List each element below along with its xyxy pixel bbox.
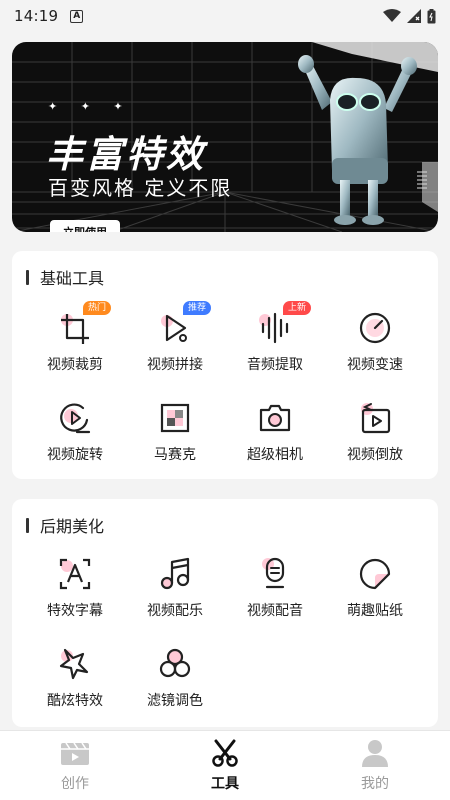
tool-label: 视频配乐 <box>147 603 203 619</box>
tool-label: 超级相机 <box>247 447 303 463</box>
tool-label: 视频旋转 <box>47 447 103 463</box>
tool-super-camera[interactable]: 超级相机 <box>225 398 325 478</box>
tool-mosaic[interactable]: 马赛克 <box>125 398 225 478</box>
heading-bar <box>26 269 29 285</box>
signal-icon <box>407 9 421 23</box>
tool-label: 音频提取 <box>247 357 303 373</box>
banner-stars: ✦ ✦ ✦ <box>48 100 133 113</box>
status-icons <box>383 8 436 24</box>
scissors-icon <box>212 739 238 767</box>
tool-video-speed[interactable]: 视频变速 <box>325 308 425 388</box>
banner-title: 丰富特效 <box>46 133 206 176</box>
tool-cute-sticker[interactable]: 萌趣贴纸 <box>325 554 425 634</box>
film-icon <box>61 742 89 765</box>
new-badge: 上新 <box>283 301 312 315</box>
status-time: 14:19 <box>14 7 59 25</box>
basic-tools-title: 基础工具 <box>40 269 105 288</box>
recommended-badge: 推荐 <box>183 301 212 315</box>
nav-tools[interactable]: 工具 <box>150 731 300 800</box>
tool-label: 视频倒放 <box>347 447 403 463</box>
heading-bar <box>26 517 29 533</box>
nav-create[interactable]: 创作 <box>0 731 150 800</box>
tool-video-music[interactable]: 视频配乐 <box>125 554 225 634</box>
post-tools-card: 后期美化 特效字幕 视频配乐 视频配音 萌趣贴纸 酷炫特效 滤镜调色 <box>12 499 438 727</box>
basic-tools-card: 基础工具 热门 视频裁剪 推荐 视频拼接 上新 音频提取 视频变速 视频旋转 马… <box>12 251 438 479</box>
hot-badge: 热门 <box>83 301 112 315</box>
post-tools-title: 后期美化 <box>40 517 105 536</box>
promo-banner[interactable]: ✦ ✦ ✦ 丰富特效 百变风格 定义不限 立即使用 <box>12 42 438 232</box>
tool-audio-extract[interactable]: 上新 音频提取 <box>225 301 325 388</box>
music-icon <box>160 557 190 590</box>
post-tools-heading: 后期美化 <box>26 513 104 537</box>
banner-subtitle: 百变风格 定义不限 <box>48 176 233 200</box>
status-bar: 14:19 A <box>0 0 450 32</box>
basic-tools-heading: 基础工具 <box>26 265 104 289</box>
nav-mine[interactable]: 我的 <box>300 731 450 800</box>
tool-video-splice[interactable]: 推荐 视频拼接 <box>125 301 225 388</box>
bottom-navigation: 创作 工具 我的 <box>0 730 450 800</box>
microphone-icon <box>262 557 285 589</box>
tool-label: 视频拼接 <box>147 357 203 373</box>
tool-video-rotate[interactable]: 视频旋转 <box>25 398 125 478</box>
nav-tools-label: 工具 <box>211 776 239 792</box>
tool-label: 特效字幕 <box>47 603 103 619</box>
nav-mine-label: 我的 <box>361 776 389 792</box>
nav-create-label: 创作 <box>61 776 89 792</box>
camera-icon <box>259 404 291 432</box>
filter-icon <box>159 648 191 678</box>
tool-video-dubbing[interactable]: 视频配音 <box>225 554 325 634</box>
sticker-icon <box>359 558 391 590</box>
use-now-button[interactable]: 立即使用 <box>50 220 120 232</box>
subtitle-icon <box>59 558 91 590</box>
rotate-icon <box>60 403 91 434</box>
tool-label: 马赛克 <box>154 447 196 463</box>
tool-video-reverse[interactable]: 视频倒放 <box>325 398 425 478</box>
tool-filter-color[interactable]: 滤镜调色 <box>125 644 225 724</box>
tool-label: 萌趣贴纸 <box>347 603 403 619</box>
tool-label: 滤镜调色 <box>147 693 203 709</box>
mascot-figure-icon <box>298 55 417 225</box>
tool-label: 视频配音 <box>247 603 303 619</box>
tool-video-crop[interactable]: 热门 视频裁剪 <box>25 301 125 388</box>
speed-icon <box>359 312 391 344</box>
reverse-icon <box>361 403 391 434</box>
battery-icon <box>427 8 436 23</box>
tool-cool-effects[interactable]: 酷炫特效 <box>25 644 125 724</box>
mosaic-icon <box>160 403 190 433</box>
tool-label: 酷炫特效 <box>47 693 103 709</box>
user-icon <box>362 740 388 767</box>
sparkle-icon <box>59 648 89 680</box>
tool-effect-subtitle[interactable]: 特效字幕 <box>25 554 125 634</box>
wifi-icon <box>383 9 401 22</box>
tool-label: 视频变速 <box>347 357 403 373</box>
tool-label: 视频裁剪 <box>47 357 103 373</box>
notification-a-icon: A <box>70 9 84 23</box>
